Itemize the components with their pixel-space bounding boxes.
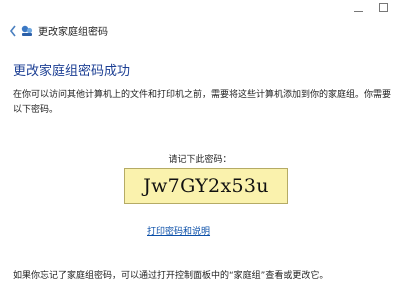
password-label: 请记下此密码： (168, 155, 232, 165)
footer-note: 如果你忘记了家庭组密码，可以通过打开控制面板中的“家庭组”查看或更改它。 (13, 271, 329, 281)
window-controls (354, 3, 388, 12)
maximize-button[interactable] (379, 3, 388, 12)
minimize-button[interactable] (354, 4, 363, 12)
window-titlebar: 更改家庭组密码 (8, 23, 108, 38)
instruction-text: 在你可以访问其他计算机上的文件和打印机之前，需要将这些计算机添加到你的家庭组。你… (13, 90, 392, 115)
window-title: 更改家庭组密码 (38, 27, 108, 38)
back-arrow-icon[interactable] (8, 24, 18, 38)
homegroup-icon (21, 25, 33, 36)
password-box: Jw7GY2x53u (124, 168, 288, 204)
password-value: Jw7GY2x53u (143, 175, 269, 197)
print-password-link[interactable]: 打印密码和说明 (147, 224, 210, 237)
page-heading: 更改家庭组密码成功 (13, 64, 131, 79)
